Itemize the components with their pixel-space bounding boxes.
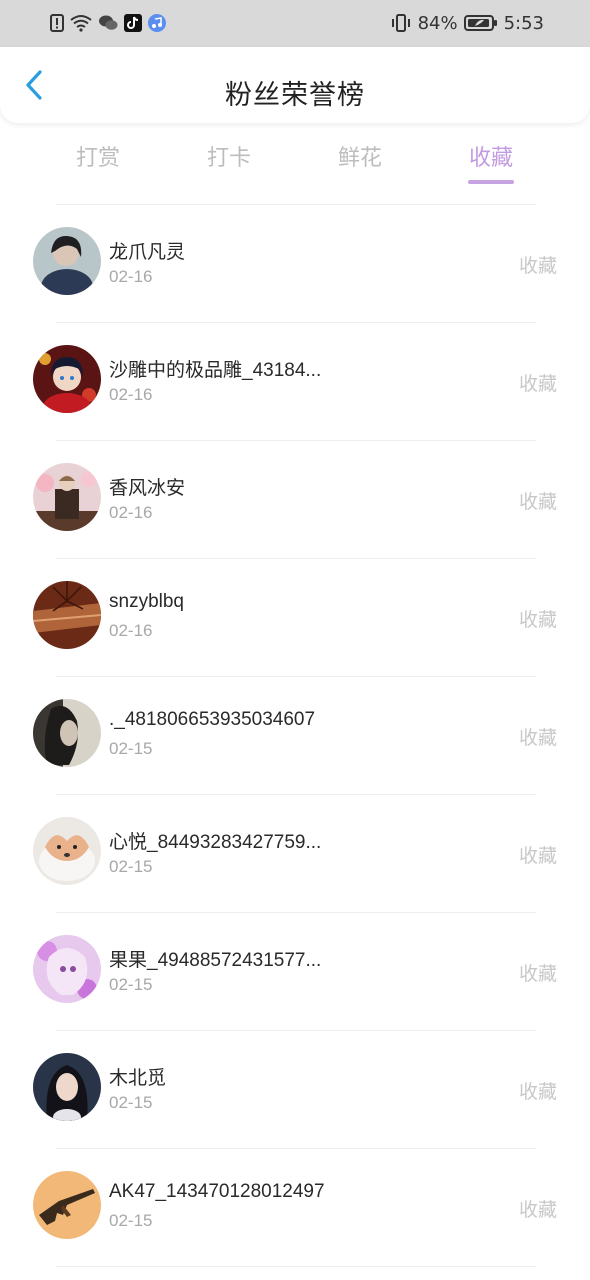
user-name: 果果_49488572431577...	[109, 950, 322, 971]
battery-percent: 84%	[417, 12, 458, 34]
list-item[interactable]: AK47_143470128012497 02-15 收藏	[0, 1149, 590, 1267]
favorite-label: 收藏	[518, 846, 557, 867]
list-item[interactable]: 心悦_84493283427759... 02-15 收藏	[0, 795, 590, 913]
list-item[interactable]: 香风冰安 02-16 收藏	[0, 441, 590, 559]
list-item[interactable]: snzyblbq 02-16 收藏	[0, 559, 590, 677]
alert-icon	[50, 14, 64, 32]
date: 02-16	[109, 267, 153, 286]
avatar	[33, 817, 101, 885]
avatar	[33, 699, 101, 767]
tab-label: 打卡	[206, 145, 251, 170]
user-name: 木北觅	[109, 1068, 167, 1089]
user-name: snzyblbq	[109, 591, 184, 612]
tab-label: 打赏	[75, 145, 120, 170]
tab-label: 收藏	[468, 145, 513, 170]
favorite-label: 收藏	[518, 492, 557, 513]
list-item[interactable]: 龙爪凡灵 02-16 收藏	[0, 205, 590, 323]
list-item[interactable]: 果果_49488572431577... 02-15 收藏	[0, 913, 590, 1031]
clock: 5:53	[503, 12, 544, 34]
active-tab-indicator	[468, 180, 514, 184]
date: 02-15	[109, 1093, 153, 1112]
avatar	[33, 345, 101, 413]
favorite-label: 收藏	[518, 964, 557, 985]
vibrate-icon	[390, 14, 412, 32]
date: 02-15	[109, 975, 153, 994]
list-item[interactable]: 沙雕中的极品雕_43184... 02-16 收藏	[0, 323, 590, 441]
date: 02-16	[109, 621, 153, 640]
date: 02-15	[109, 739, 153, 758]
favorite-label: 收藏	[518, 1200, 557, 1221]
fan-list: 龙爪凡灵 02-16 收藏 沙雕中的极品雕_43184... 02-16 收藏 …	[0, 205, 590, 1267]
avatar	[33, 463, 101, 531]
tiktok-icon	[124, 14, 142, 32]
date: 02-16	[109, 385, 153, 404]
avatar	[33, 227, 101, 295]
date: 02-15	[109, 857, 153, 876]
user-name: 龙爪凡灵	[109, 242, 186, 263]
avatar	[33, 581, 101, 649]
user-name: ._481806653935034607	[109, 709, 316, 730]
tab-checkin[interactable]: 打卡	[179, 140, 279, 172]
tab-flowers[interactable]: 鲜花	[310, 140, 410, 172]
tab-label: 鲜花	[337, 145, 382, 170]
avatar	[33, 1053, 101, 1121]
user-name: 香风冰安	[109, 478, 186, 499]
favorite-label: 收藏	[518, 374, 557, 395]
user-name: 沙雕中的极品雕_43184...	[109, 360, 322, 381]
tab-bar: 打赏 打卡 鲜花 收藏	[0, 140, 590, 190]
user-name: AK47_143470128012497	[109, 1181, 325, 1202]
favorite-label: 收藏	[518, 728, 557, 749]
favorite-label: 收藏	[518, 1082, 557, 1103]
list-item[interactable]: ._481806653935034607 02-15 收藏	[0, 677, 590, 795]
date: 02-16	[109, 503, 153, 522]
user-name: 心悦_84493283427759...	[109, 832, 322, 853]
wechat-icon	[98, 14, 118, 32]
status-left-icons	[50, 12, 166, 34]
music-icon	[148, 14, 166, 32]
status-bar: 84% 5:53	[0, 0, 590, 47]
avatar	[33, 1171, 101, 1239]
battery-icon	[463, 14, 498, 32]
favorite-label: 收藏	[518, 610, 557, 631]
status-right-icons: 84% 5:53	[390, 12, 544, 34]
tab-favorites[interactable]: 收藏	[441, 140, 541, 184]
avatar	[33, 935, 101, 1003]
page-title: 粉丝荣誉榜	[225, 80, 365, 110]
date: 02-15	[109, 1211, 153, 1230]
header: 粉丝荣誉榜	[0, 47, 590, 123]
list-item[interactable]: 木北觅 02-15 收藏	[0, 1031, 590, 1149]
tab-tip[interactable]: 打赏	[48, 140, 148, 172]
favorite-label: 收藏	[518, 256, 557, 277]
wifi-icon	[70, 14, 92, 32]
divider	[56, 1266, 536, 1267]
